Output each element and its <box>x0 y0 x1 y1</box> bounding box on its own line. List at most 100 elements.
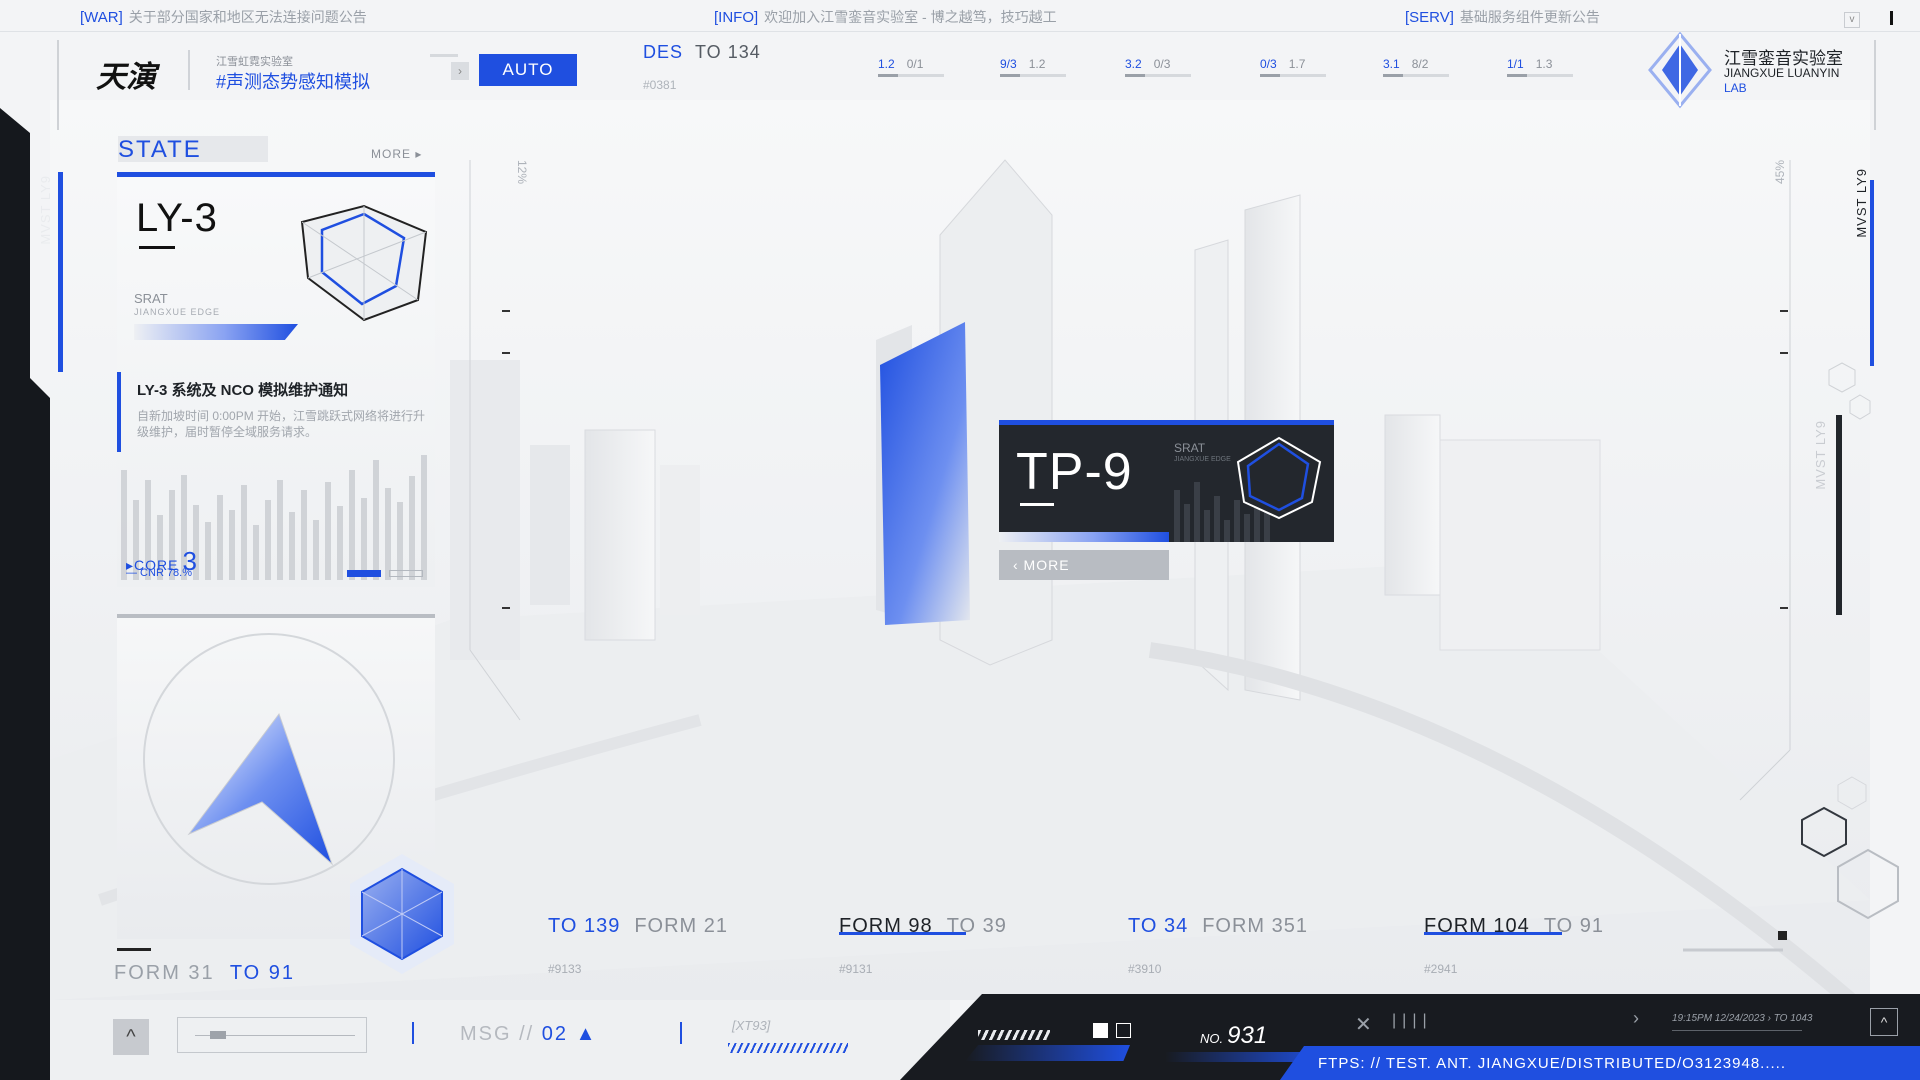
ratio-bar <box>1000 74 1066 77</box>
stat-code: #9133 <box>548 962 582 976</box>
tp9-srat-sub: JIANGXUE EDGE <box>1174 456 1231 463</box>
ratio-a: 0/3 <box>1260 57 1277 71</box>
ratio-b: 0/3 <box>1153 57 1171 71</box>
left-rail-indicator <box>58 172 63 372</box>
timestamp: 19:15PM 12/24/2023 › TO 1043 <box>1672 1013 1813 1024</box>
ratio-item: 1/1 1.3 <box>1507 57 1552 71</box>
no-label: NO. <box>1200 1031 1224 1046</box>
window-marker <box>1890 11 1893 25</box>
msg-label: MSG // <box>460 1023 535 1045</box>
ratio-a: 1.2 <box>878 57 895 71</box>
scale-right: 45% <box>1773 159 1788 185</box>
ratio-bar <box>878 74 944 77</box>
chevron-up-icon[interactable]: ^ <box>113 1019 149 1055</box>
ratio-b: 1.2 <box>1028 57 1046 71</box>
notice-info[interactable]: [INFO] 欢迎加入江雪銮音实验室 - 博之越笃，技巧越工 <box>714 7 1057 27</box>
des-label: DES <box>643 42 684 62</box>
tp9-srat-label: SRAT <box>1174 441 1206 455</box>
scale-left: 12% <box>515 159 530 185</box>
chevron-down-icon[interactable]: v <box>1844 12 1860 28</box>
to-value: TO 91 <box>229 962 296 984</box>
message-counter[interactable]: MSG // 02 ▲ <box>460 1023 597 1046</box>
square-outline-icon[interactable] <box>1116 1023 1131 1038</box>
cnr-readout: — CNR 78.% <box>126 567 193 579</box>
stat-primary: TO 34 <box>1128 915 1189 937</box>
stat-code: #3910 <box>1128 962 1162 976</box>
hatch-indicator <box>728 1043 848 1053</box>
ratio-a: 1/1 <box>1507 57 1524 71</box>
scroll-top-button[interactable]: ^ <box>1870 1008 1898 1036</box>
ratio-bar <box>1507 74 1573 77</box>
notice-tag: [INFO] <box>714 9 759 26</box>
notice-tag: [SERV] <box>1405 9 1454 26</box>
stat-underline <box>1424 932 1562 935</box>
ratio-b: 0/1 <box>906 57 924 71</box>
ratio-item: 3.1 8/2 <box>1383 57 1428 71</box>
pager-dot[interactable] <box>389 570 423 577</box>
side-label-right-faint: MVST LY9 <box>1813 420 1828 490</box>
logo[interactable]: 天演 <box>96 52 166 95</box>
tp9-more-button[interactable]: ‹ MORE <box>999 550 1169 580</box>
arrow-emblem <box>143 633 454 974</box>
ratio-a: 3.2 <box>1125 57 1142 71</box>
slider-handle[interactable] <box>210 1031 226 1039</box>
state-more-link[interactable]: MORE ▸ <box>371 147 422 161</box>
ratio-item: 1.2 0/1 <box>878 57 923 71</box>
side-label-left: MVST LY9 <box>38 175 53 245</box>
stripe-indicator <box>978 1030 1050 1040</box>
xt-code: [XT93] <box>732 1018 771 1033</box>
tp9-title: TP-9 <box>1016 443 1133 501</box>
timestamp-line <box>1672 1030 1802 1031</box>
srat-sub-label: JIANGXUE EDGE <box>134 307 221 317</box>
unit-underline <box>139 246 175 249</box>
stat-code: #2941 <box>1424 962 1458 976</box>
right-rail-indicator <box>1870 180 1874 366</box>
pager-dot-active[interactable] <box>347 570 381 577</box>
ratio-b: 8/2 <box>1411 57 1429 71</box>
chevron-right-icon[interactable]: › <box>1633 1008 1639 1029</box>
ratio-bar <box>1125 74 1191 77</box>
header-divider <box>188 50 190 90</box>
ftps-link[interactable]: FTPS: // TEST. ANT. JIANGXUE/DISTRIBUTED… <box>1318 1055 1786 1072</box>
srat-gradient-bar <box>134 324 298 340</box>
state-title: STATE <box>118 136 202 163</box>
stat-item: TO 139 FORM 21 <box>548 915 728 938</box>
square-filled-icon[interactable] <box>1093 1023 1108 1038</box>
srat-label: SRAT <box>134 291 168 306</box>
caret-up-icon: ▲ <box>575 1023 598 1045</box>
ratio-b: 1.3 <box>1535 57 1553 71</box>
radar-chart <box>300 204 428 322</box>
stat-secondary: FORM 21 <box>634 915 729 937</box>
stat-item: TO 34 FORM 351 <box>1128 915 1308 938</box>
auto-button[interactable]: AUTO <box>479 54 577 86</box>
des-value: TO 134 <box>695 42 761 62</box>
chevron-right-icon[interactable]: › <box>451 62 469 80</box>
notice-war[interactable]: [WAR] 关于部分国家和地区无法连接问题公告 <box>80 7 367 27</box>
number-readout: NO. 931 <box>1200 1022 1267 1050</box>
msg-count: 02 <box>541 1023 569 1045</box>
brand-name-lab: LAB <box>1724 81 1747 95</box>
ratio-bar <box>1383 74 1449 77</box>
ratio-a: 9/3 <box>1000 57 1017 71</box>
app-stage: [WAR] 关于部分国家和地区无法连接问题公告 [INFO] 欢迎加入江雪銮音实验室… <box>0 0 1920 1080</box>
divider <box>680 1022 682 1044</box>
notice-bar: [WAR] 关于部分国家和地区无法连接问题公告 [INFO] 欢迎加入江雪銮音实验室… <box>0 0 1920 32</box>
brand-name-en: JIANGXUE LUANYIN <box>1724 66 1840 80</box>
notice-text: 基础服务组件更新公告 <box>1459 9 1600 25</box>
ratio-bar <box>1260 74 1326 77</box>
no-value: 931 <box>1227 1022 1268 1049</box>
collapse-icon[interactable]: ✕ <box>1355 1012 1377 1036</box>
tp9-underline <box>1020 503 1054 506</box>
notice-serv[interactable]: [SERV] 基础服务组件更新公告 <box>1405 7 1600 27</box>
notice-text: 关于部分国家和地区无法连接问题公告 <box>128 9 367 25</box>
form-underline <box>117 948 151 951</box>
stat-primary: TO 139 <box>548 915 621 937</box>
notice-text: 欢迎加入江雪銮音实验室 - 博之越笃，技巧越工 <box>764 9 1057 25</box>
des-code: #0381 <box>643 78 677 92</box>
divider <box>412 1022 414 1044</box>
unit-name: LY-3 <box>136 196 218 240</box>
ratio-item: 9/3 1.2 <box>1000 57 1045 71</box>
maintenance-title[interactable]: LY-3 系统及 NCO 模拟维护通知 <box>137 379 348 400</box>
tp9-gradient-bar <box>999 532 1169 542</box>
des-readout: DES TO 134 <box>643 42 761 63</box>
